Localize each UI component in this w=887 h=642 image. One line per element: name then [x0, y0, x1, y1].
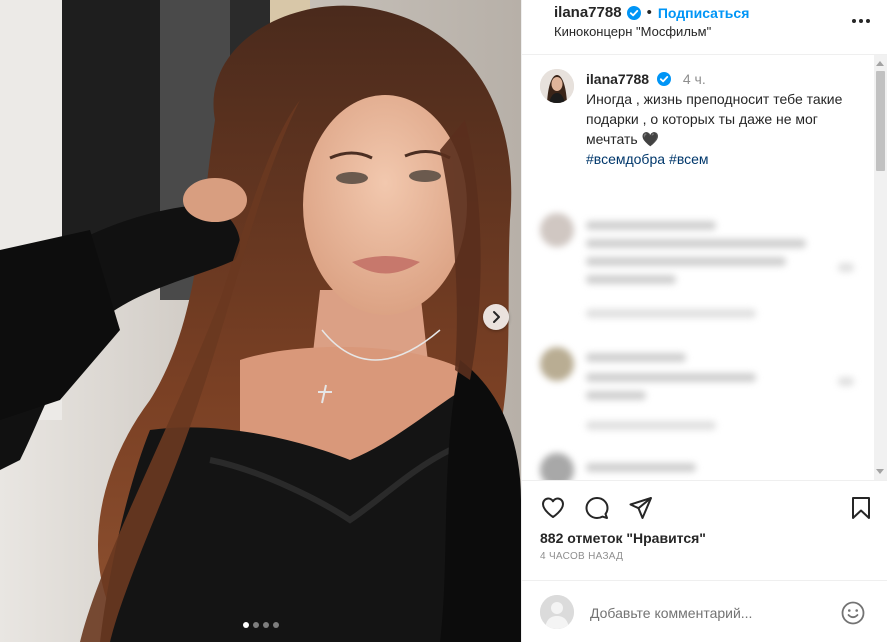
post-time-ago: 4 ЧАСОВ НАЗАД	[540, 551, 624, 562]
default-avatar-icon	[540, 595, 574, 629]
blurred-text	[586, 391, 646, 400]
hashtag-link[interactable]: #всем	[669, 151, 708, 167]
caption-body: ilana7788 4 ч. Иногда , жизнь преподноси…	[586, 69, 866, 169]
emoji-smile-icon[interactable]	[840, 600, 866, 626]
blurred-text	[586, 239, 806, 248]
comment-avatar	[540, 213, 574, 247]
blurred-comment	[540, 347, 860, 437]
blurred-text	[586, 353, 686, 362]
blurred-text	[838, 263, 854, 272]
blurred-text	[586, 275, 676, 284]
carousel-dot	[272, 622, 279, 628]
author-avatar[interactable]	[540, 69, 574, 103]
carousel-indicator	[0, 622, 521, 628]
photo-illustration	[0, 0, 521, 642]
post-location[interactable]: Киноконцерн "Мосфильм"	[554, 24, 711, 39]
add-comment-bar	[522, 580, 887, 642]
verified-badge-icon	[656, 72, 671, 86]
caption-hashtags: #всемдобра #всем	[586, 149, 866, 169]
caption-text: Иногда , жизнь преподносит тебе такие по…	[586, 91, 843, 147]
comment-avatar	[540, 453, 574, 480]
blurred-text	[586, 309, 756, 318]
next-photo-button[interactable]	[483, 304, 509, 330]
post-viewer: ilana7788 • Подписаться Киноконцерн "Мос…	[0, 0, 887, 642]
post-header: ilana7788 • Подписаться Киноконцерн "Мос…	[522, 0, 887, 55]
more-options-icon[interactable]	[850, 12, 872, 30]
likes-count[interactable]: 882 отметок "Нравится"	[540, 530, 706, 546]
comment-bubble-icon[interactable]	[584, 495, 610, 521]
comment-input[interactable]	[588, 599, 832, 627]
post-photo[interactable]	[0, 0, 521, 642]
blurred-text	[586, 221, 716, 230]
scroll-up-arrow[interactable]	[876, 61, 884, 66]
blurred-text	[586, 463, 696, 472]
caption-time: 4 ч.	[682, 71, 706, 87]
scroll-down-arrow[interactable]	[876, 469, 884, 474]
action-bar	[522, 480, 887, 535]
author-username[interactable]: ilana7788	[554, 4, 622, 21]
caption-username[interactable]: ilana7788	[586, 71, 649, 87]
comment-avatar	[540, 347, 574, 381]
verified-badge-icon	[626, 5, 641, 20]
avatar-image	[540, 69, 574, 103]
blurred-comment	[540, 213, 860, 333]
carousel-dot	[252, 622, 259, 628]
follow-button[interactable]: Подписаться	[658, 5, 750, 21]
paper-plane-icon[interactable]	[628, 495, 654, 521]
blurred-comment	[540, 453, 860, 480]
blurred-text	[838, 377, 854, 386]
blurred-text	[586, 373, 756, 382]
comments-scrollbar[interactable]	[874, 55, 887, 480]
heart-icon[interactable]	[540, 495, 566, 521]
post-side-panel: ilana7788 • Подписаться Киноконцерн "Мос…	[521, 0, 887, 642]
bookmark-icon[interactable]	[848, 495, 874, 521]
carousel-dot	[242, 622, 249, 628]
comments-list[interactable]: ilana7788 4 ч. Иногда , жизнь преподноси…	[522, 55, 887, 480]
hashtag-link[interactable]: #всемдобра	[586, 151, 665, 167]
post-header-title: ilana7788 • Подписаться	[554, 4, 749, 21]
carousel-dot	[262, 622, 269, 628]
blurred-text	[586, 421, 716, 430]
blurred-text	[586, 257, 786, 266]
header-separator: •	[646, 4, 652, 21]
user-avatar[interactable]	[540, 595, 574, 629]
chevron-right-icon	[493, 311, 500, 323]
scroll-thumb[interactable]	[876, 71, 885, 171]
